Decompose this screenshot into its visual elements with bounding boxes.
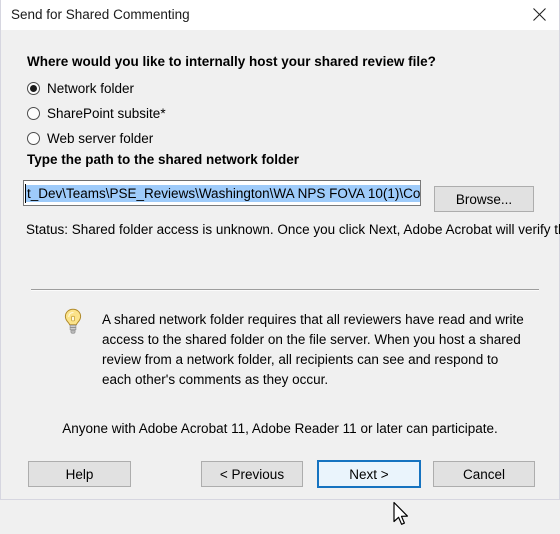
path-heading: Type the path to the shared network fold… [27, 152, 300, 167]
radio-label-network-folder: Network folder [47, 81, 135, 96]
mouse-cursor [392, 501, 412, 529]
radio-sharepoint-subsite[interactable]: SharePoint subsite* [27, 106, 166, 121]
send-for-shared-commenting-dialog: Send for Shared Commenting Where would y… [0, 0, 560, 525]
radio-indicator-web-server-folder [27, 132, 40, 145]
previous-button[interactable]: < Previous [201, 461, 303, 487]
title-bar: Send for Shared Commenting [1, 0, 559, 31]
lightbulb-icon [61, 307, 85, 337]
help-button[interactable]: Help [28, 461, 131, 487]
path-input-value: t_Dev\Teams\PSE_Reviews\Washington\WA NP… [26, 185, 420, 202]
radio-label-web-server-folder: Web server folder [47, 131, 154, 146]
radio-indicator-network-folder [27, 82, 40, 95]
path-input[interactable]: t_Dev\Teams\PSE_Reviews\Washington\WA NP… [23, 180, 421, 206]
dialog-body: Where would you like to internally host … [1, 30, 560, 525]
radio-label-sharepoint-subsite: SharePoint subsite* [47, 106, 166, 121]
participate-note: Anyone with Adobe Acrobat 11, Adobe Read… [62, 421, 498, 436]
radio-indicator-sharepoint-subsite [27, 107, 40, 120]
next-button[interactable]: Next > [317, 460, 421, 488]
close-button[interactable] [519, 0, 559, 29]
radio-web-server-folder[interactable]: Web server folder [27, 131, 153, 146]
cancel-button[interactable]: Cancel [433, 461, 535, 487]
browse-button[interactable]: Browse... [434, 186, 534, 212]
close-icon [532, 8, 546, 21]
question-heading: Where would you like to internally host … [27, 54, 436, 69]
radio-network-folder[interactable]: Network folder [27, 81, 134, 96]
window-title: Send for Shared Commenting [11, 7, 190, 22]
tip-text: A shared network folder requires that al… [102, 312, 524, 387]
divider [31, 289, 539, 291]
status-text: Status: Shared folder access is unknown.… [26, 222, 560, 237]
